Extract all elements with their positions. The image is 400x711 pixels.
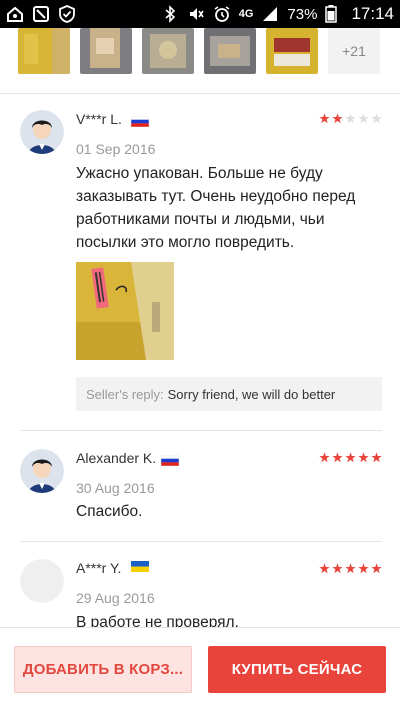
ukraine-flag-icon: [131, 559, 149, 572]
mute-icon: [187, 5, 205, 23]
star-filled-icon: [332, 452, 343, 463]
russia-flag-icon: [130, 114, 150, 128]
home-icon: [6, 5, 24, 23]
battery-icon: [325, 5, 343, 23]
thumbnail-4[interactable]: [204, 28, 256, 74]
star-filled-icon: [345, 452, 356, 463]
star-filled-icon: [371, 452, 382, 463]
add-to-cart-button[interactable]: ДОБАВИТЬ В КОРЗ...: [14, 646, 192, 693]
star-filled-icon: [319, 113, 330, 124]
star-empty-icon: [371, 113, 382, 124]
alarm-icon: [213, 5, 231, 23]
screenshot-icon: [32, 5, 50, 23]
review-item: V***r L. 01 Sep 2016 Ужасно упакован. Бо…: [0, 94, 400, 430]
star-filled-icon: [358, 563, 369, 574]
seller-reply-text: Sorry friend, we will do better: [167, 386, 336, 402]
photo-thumbnail-strip: +21: [0, 28, 400, 88]
status-bar: 4G 73% 17:14: [0, 0, 400, 28]
avatar-placeholder: [20, 559, 64, 603]
signal-icon: [261, 5, 279, 23]
more-photos-button[interactable]: +21: [328, 28, 380, 74]
seller-reply-label: Seller's reply:: [86, 386, 164, 402]
avatar: [20, 110, 64, 154]
star-filled-icon: [332, 113, 343, 124]
bluetooth-icon: [161, 5, 179, 23]
thumbnail-3[interactable]: [142, 28, 194, 74]
rating-stars: [319, 452, 382, 463]
reviewer-name: V***r L.: [76, 111, 122, 127]
thumbnail-5[interactable]: [266, 28, 318, 74]
rating-stars: [319, 113, 382, 124]
rating-stars: [319, 563, 382, 574]
bottom-action-bar: ДОБАВИТЬ В КОРЗ... КУПИТЬ СЕЙЧАС: [0, 627, 400, 711]
reviewer-name: A***r Y.: [76, 560, 122, 576]
thumbnail-1[interactable]: [18, 28, 70, 74]
star-filled-icon: [371, 563, 382, 574]
reviewer-name: Alexander K.: [76, 450, 157, 466]
star-filled-icon: [345, 563, 356, 574]
review-item: Alexander K. 30 Aug 2016 Спасибо.: [0, 431, 400, 541]
review-text: Спасибо.: [76, 503, 143, 520]
review-date: 29 Aug 2016: [76, 590, 155, 606]
russia-flag-icon: [160, 453, 180, 467]
review-date: 01 Sep 2016: [76, 141, 156, 157]
seller-reply: Seller's reply: Sorry friend, we will do…: [76, 377, 382, 411]
battery-level: 73%: [287, 5, 318, 23]
review-date: 30 Aug 2016: [76, 480, 155, 496]
review-text: Ужасно упакован. Больше не буду заказыва…: [76, 165, 356, 251]
clock: 17:14: [351, 4, 394, 23]
star-empty-icon: [345, 113, 356, 124]
avatar: [20, 449, 64, 493]
star-empty-icon: [358, 113, 369, 124]
star-filled-icon: [332, 563, 343, 574]
buy-now-button[interactable]: КУПИТЬ СЕЙЧАС: [208, 646, 386, 693]
star-filled-icon: [319, 452, 330, 463]
star-filled-icon: [358, 452, 369, 463]
thumbnail-2[interactable]: [80, 28, 132, 74]
star-filled-icon: [319, 563, 330, 574]
review-photo[interactable]: [76, 262, 174, 360]
shield-check-icon: [58, 5, 76, 23]
network-type: 4G: [238, 8, 254, 20]
